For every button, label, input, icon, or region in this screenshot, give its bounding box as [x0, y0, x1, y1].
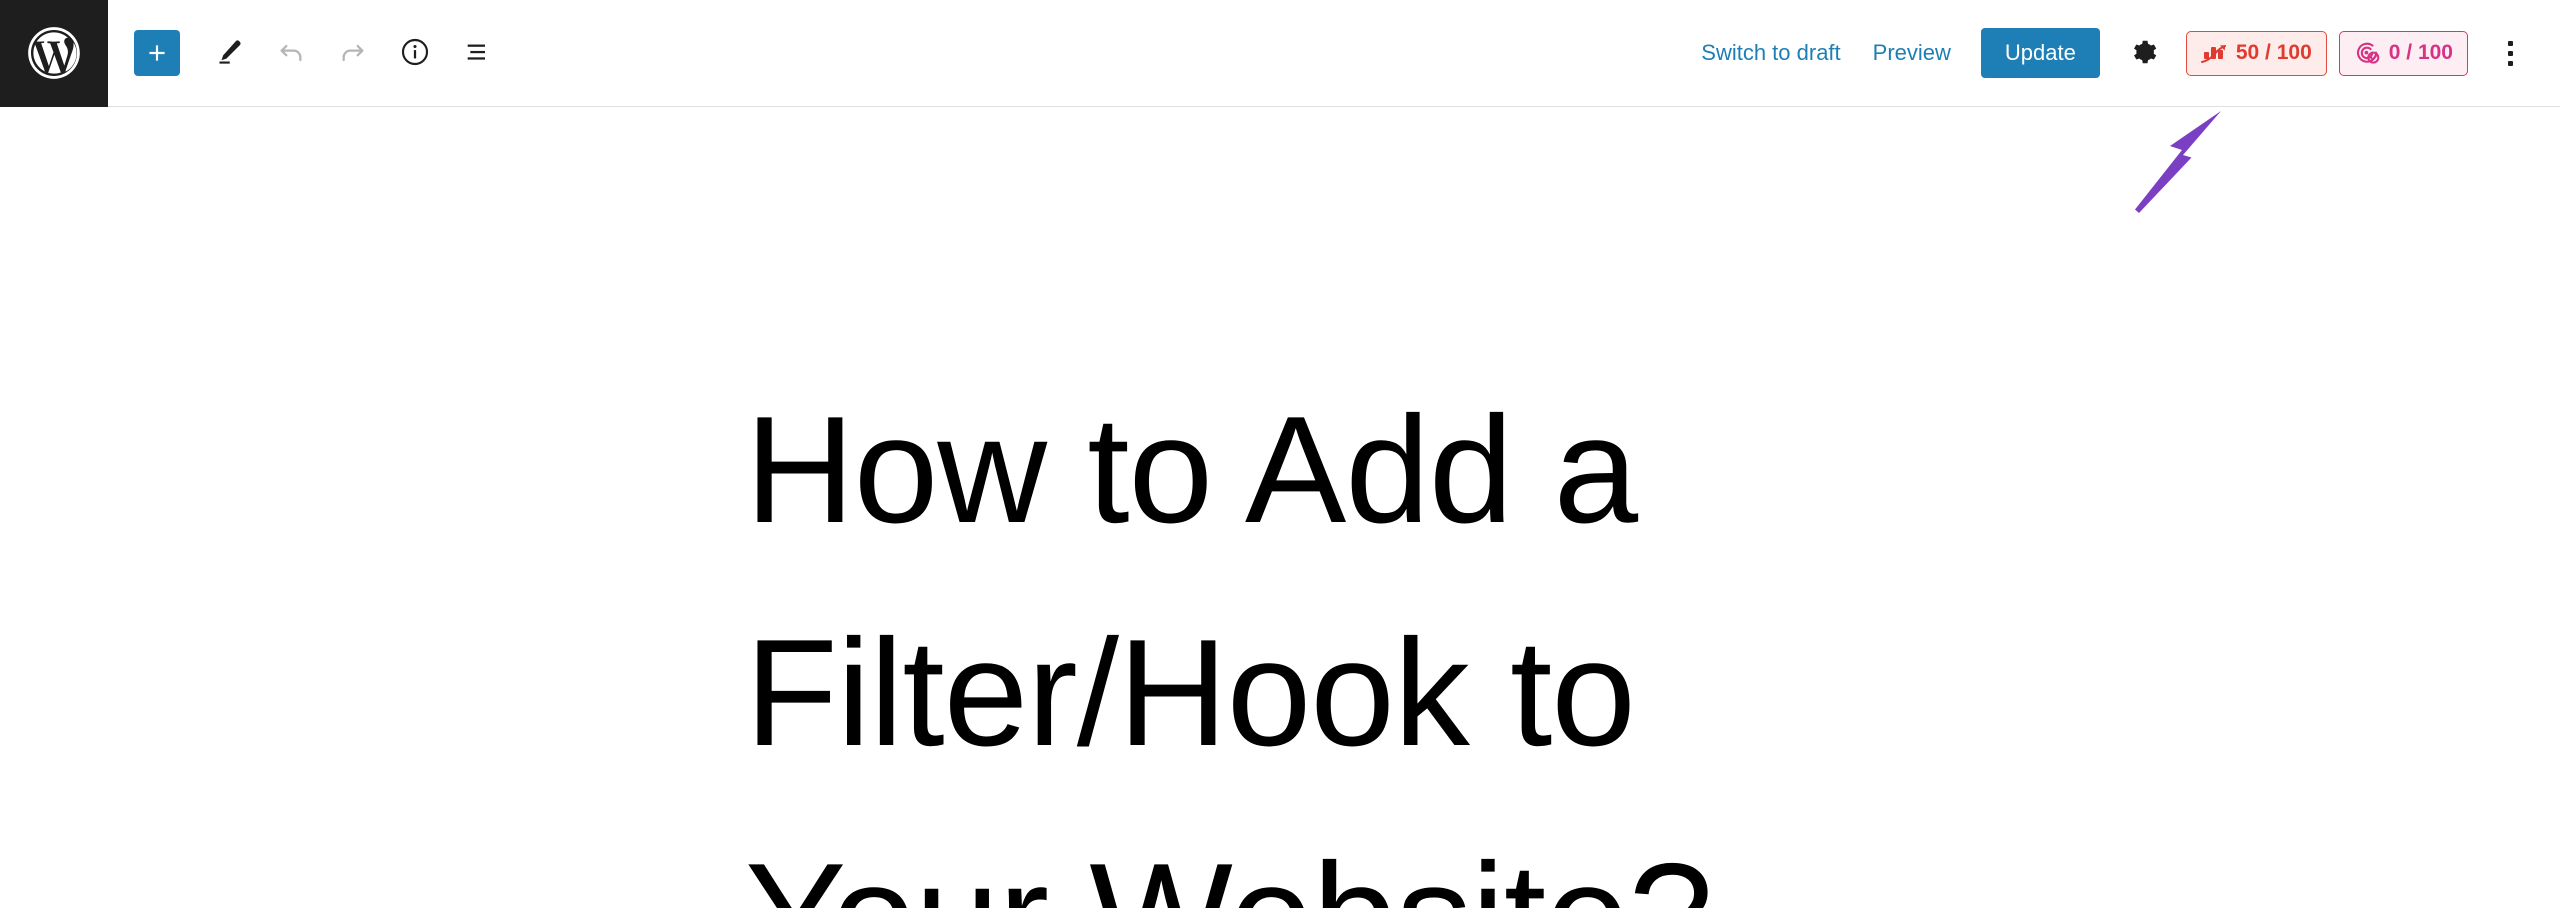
- info-circle-icon: [399, 36, 431, 71]
- redo-arrow-icon: [337, 36, 369, 71]
- wordpress-logo-icon: [23, 22, 85, 84]
- pencil-icon: [214, 37, 244, 70]
- toolbar-left-group: [108, 22, 508, 84]
- toolbar-right-group: Switch to draft Preview Update 50 / 100 …: [1685, 24, 2560, 82]
- seo-score-badge[interactable]: 50 / 100: [2185, 30, 2327, 76]
- preview-button[interactable]: Preview: [1857, 30, 1967, 76]
- gear-icon: [2128, 37, 2158, 70]
- more-vertical-icon: [2507, 40, 2513, 46]
- more-vertical-icon-dot-3: [2507, 60, 2513, 66]
- content-ai-target-icon: [2354, 40, 2380, 66]
- content-ai-score-badge[interactable]: 0 / 100: [2338, 30, 2468, 76]
- add-block-button[interactable]: [134, 30, 180, 76]
- list-view-icon: [461, 36, 493, 71]
- list-view-button[interactable]: [446, 22, 508, 84]
- update-button[interactable]: Update: [1980, 28, 2100, 78]
- rank-math-bar-chart-icon: [2200, 42, 2227, 64]
- redo-button[interactable]: [322, 22, 384, 84]
- details-button[interactable]: [384, 22, 446, 84]
- tools-pencil-button[interactable]: [198, 22, 260, 84]
- seo-score-text: 50 / 100: [2235, 41, 2312, 64]
- switch-to-draft-button[interactable]: Switch to draft: [1685, 30, 1856, 76]
- plus-icon: [144, 40, 170, 66]
- undo-arrow-icon: [275, 36, 307, 71]
- settings-button[interactable]: [2114, 24, 2172, 82]
- wordpress-logo-button[interactable]: [0, 0, 108, 107]
- editor-canvas: How to Add a Filter/Hook to Your Website…: [0, 107, 2560, 908]
- annotation-arrow-icon: [2135, 111, 2221, 213]
- more-vertical-icon-dot-2: [2507, 50, 2513, 56]
- editor-toolbar: Switch to draft Preview Update 50 / 100 …: [0, 0, 2560, 107]
- post-title-input[interactable]: How to Add a Filter/Hook to Your Website…: [745, 359, 1865, 908]
- undo-button[interactable]: [260, 22, 322, 84]
- more-options-button[interactable]: [2482, 25, 2538, 81]
- content-ai-score-text: 0 / 100: [2388, 41, 2453, 64]
